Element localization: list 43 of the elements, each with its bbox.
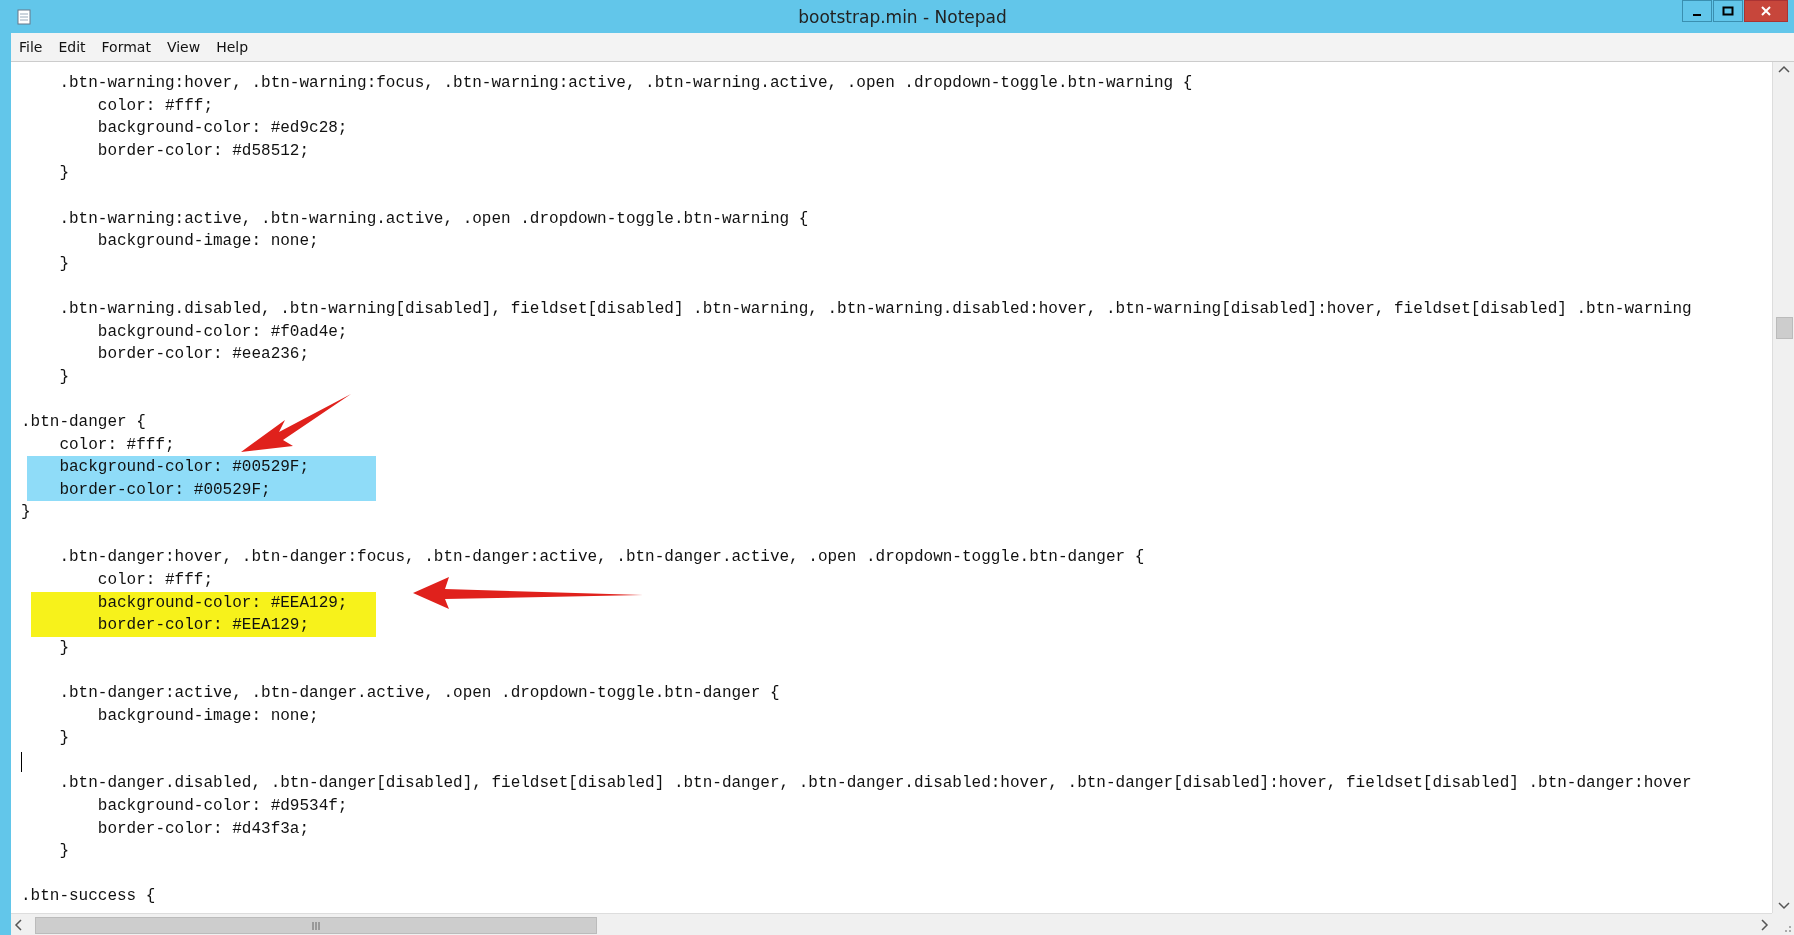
menu-item[interactable]: Help bbox=[208, 36, 257, 58]
scrollbar-thumb[interactable] bbox=[1776, 317, 1793, 339]
grip-icon bbox=[311, 921, 321, 930]
code-line: } bbox=[59, 637, 69, 659]
code-line: } bbox=[59, 163, 69, 185]
code-line: .btn-warning:hover, .btn-warning:focus, .btn-warning:active, .btn-warning.active, .open .dropdown-toggle.btn-warning { bbox=[59, 73, 1193, 94]
code-line: background-color: #d9534f; bbox=[97, 796, 348, 817]
code-line: .btn-danger { bbox=[21, 411, 146, 433]
code-line: border-color: #eea236; bbox=[97, 344, 310, 366]
code-line: .btn-danger:hover, .btn-danger:focus, .btn-danger:active, .btn-danger.active, .open .dropdown-toggle.btn-danger { bbox=[59, 547, 1145, 569]
menu-item[interactable]: Edit bbox=[50, 36, 94, 58]
code-line: background-color: #ed9c28; bbox=[97, 118, 348, 140]
code-line: } bbox=[21, 502, 31, 524]
close-icon bbox=[1760, 5, 1772, 17]
code-line: .btn-danger.disabled, .btn-danger[disabled], fieldset[disabled] .btn-danger, .btn-danger.disabled:hover, .btn-danger[disabled]:hover, fieldset[disabled] .btn-danger:hover bbox=[59, 773, 1692, 795]
minimize-icon bbox=[1693, 14, 1701, 16]
code-line: .btn-warning:active, .btn-warning.active, .open .dropdown-toggle.btn-warning { bbox=[59, 208, 809, 230]
code-line: background-image: none; bbox=[97, 705, 319, 727]
code-line: background-image: none; bbox=[97, 231, 319, 253]
scrollbar-thumb[interactable] bbox=[35, 917, 597, 934]
menu-item[interactable]: View bbox=[158, 36, 209, 58]
close-button[interactable] bbox=[1744, 0, 1788, 22]
minimize-button[interactable] bbox=[1682, 0, 1712, 22]
maximize-button[interactable] bbox=[1713, 0, 1743, 22]
code-line: .btn-success { bbox=[21, 886, 156, 908]
code-line: border-color: #d43f3a; bbox=[97, 818, 310, 840]
menu-item[interactable]: File bbox=[11, 36, 51, 58]
code-line: background-color: #f0ad4e; bbox=[97, 321, 348, 343]
code-line: color: #fff; bbox=[97, 570, 213, 592]
code-line: } bbox=[59, 366, 69, 388]
code-line: border-color: #d58512; bbox=[97, 140, 310, 162]
code-line: } bbox=[59, 253, 69, 275]
window-title: bootstrap.min - Notepad bbox=[798, 6, 1007, 27]
code-line: color: #fff; bbox=[59, 434, 175, 456]
code-line: } bbox=[59, 841, 69, 863]
code-line: color: #fff; bbox=[97, 95, 213, 117]
menu-item[interactable]: Format bbox=[93, 36, 159, 58]
text-cursor bbox=[21, 751, 22, 772]
code-line: .btn-danger:active, .btn-danger.active, .open .dropdown-toggle.btn-danger { bbox=[59, 683, 780, 705]
maximize-icon bbox=[1722, 6, 1734, 16]
code-line: .btn-warning.disabled, .btn-warning[disabled], fieldset[disabled] .btn-warning, .btn-warning.disabled:hover, .btn-warning[disabled]:hover, fieldset[disabled] .btn-warning bbox=[59, 298, 1692, 320]
code-line: } bbox=[59, 728, 69, 750]
notepad-icon bbox=[17, 8, 31, 25]
